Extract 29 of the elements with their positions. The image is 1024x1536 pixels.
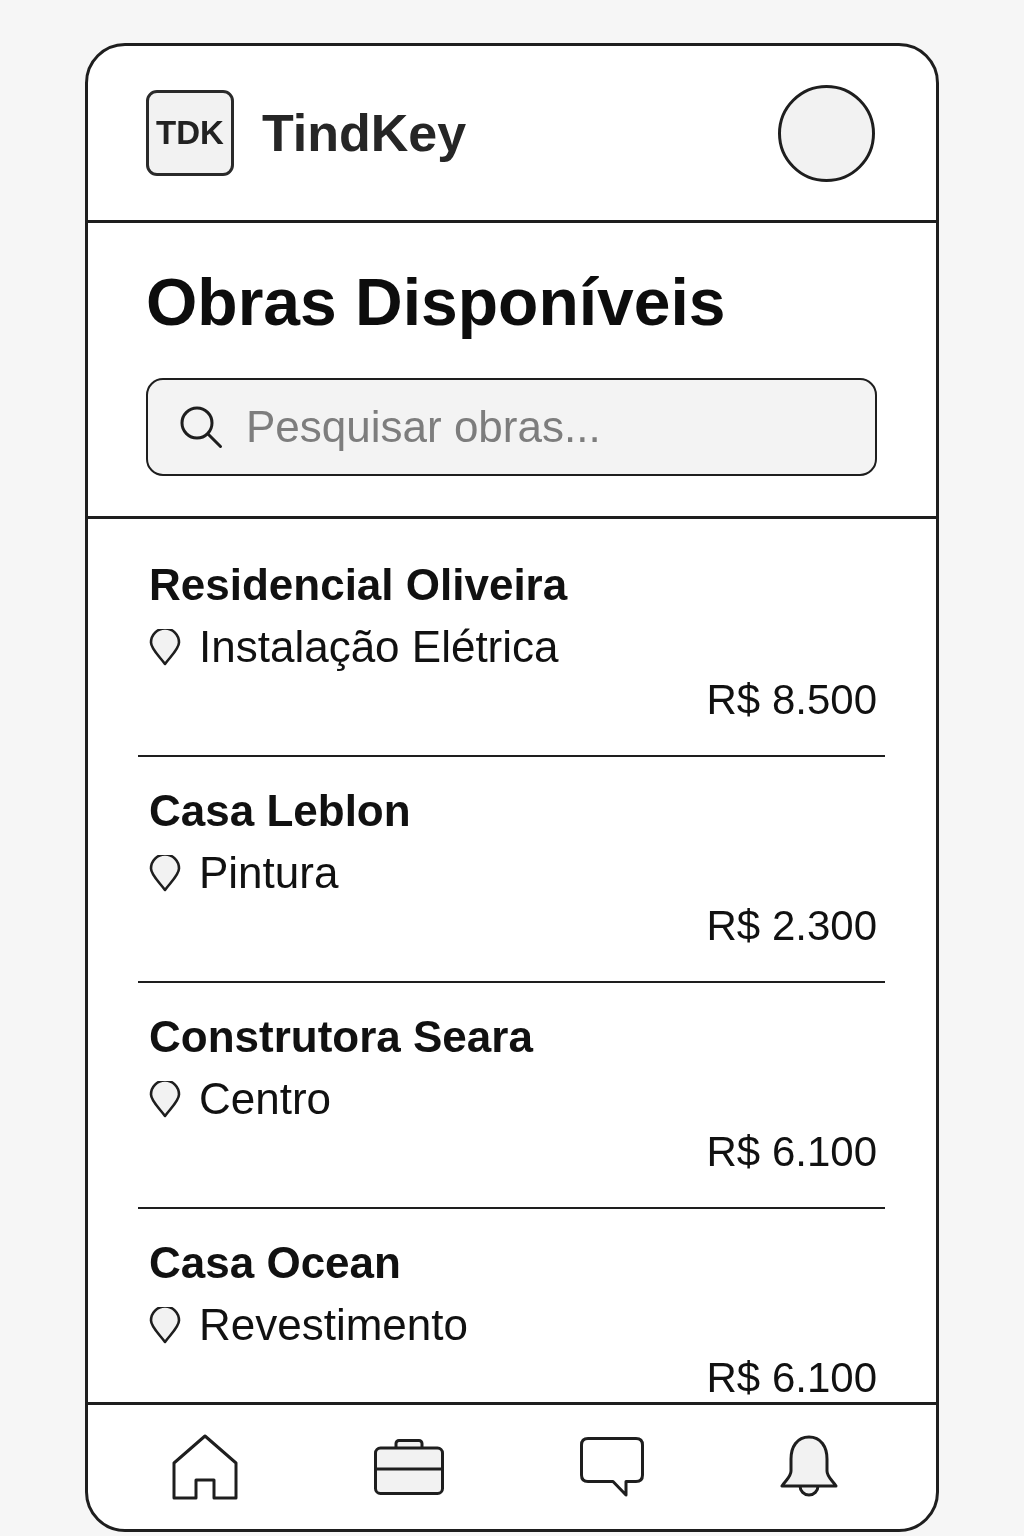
job-service: Instalação Elétrica [199, 621, 559, 673]
job-price: R$ 8.500 [706, 680, 877, 720]
job-service: Pintura [199, 847, 339, 899]
nav-button[interactable] [580, 1437, 644, 1497]
bell-icon [780, 1435, 838, 1499]
location-pin-icon [149, 628, 181, 666]
job-title: Casa Ocean [149, 1239, 401, 1287]
nav-button[interactable] [374, 1439, 444, 1495]
location-pin-icon [149, 854, 181, 892]
job-title: Casa Leblon [149, 787, 411, 835]
job-price: R$ 2.300 [706, 906, 877, 946]
nav-button[interactable] [780, 1435, 838, 1499]
briefcase-icon [374, 1439, 444, 1495]
page-title: Obras Disponíveis [146, 264, 726, 340]
nav-button[interactable] [172, 1434, 238, 1500]
search-icon [179, 405, 223, 449]
job-title: Construtora Seara [149, 1013, 533, 1061]
home-icon [172, 1434, 238, 1500]
job-price: R$ 6.100 [706, 1358, 877, 1398]
app-name: TindKey [262, 103, 467, 163]
location-pin-icon [149, 1306, 181, 1344]
chat-bubble-icon [580, 1437, 644, 1497]
job-service: Revestimento [199, 1299, 468, 1351]
job-title: Residencial Oliveira [149, 561, 568, 609]
job-price: R$ 6.100 [706, 1132, 877, 1172]
search-field[interactable]: Pesquisar obras... [146, 378, 877, 476]
location-pin-icon [149, 1080, 181, 1118]
job-service: Centro [199, 1073, 332, 1125]
logo-mark: TDK [146, 90, 234, 176]
